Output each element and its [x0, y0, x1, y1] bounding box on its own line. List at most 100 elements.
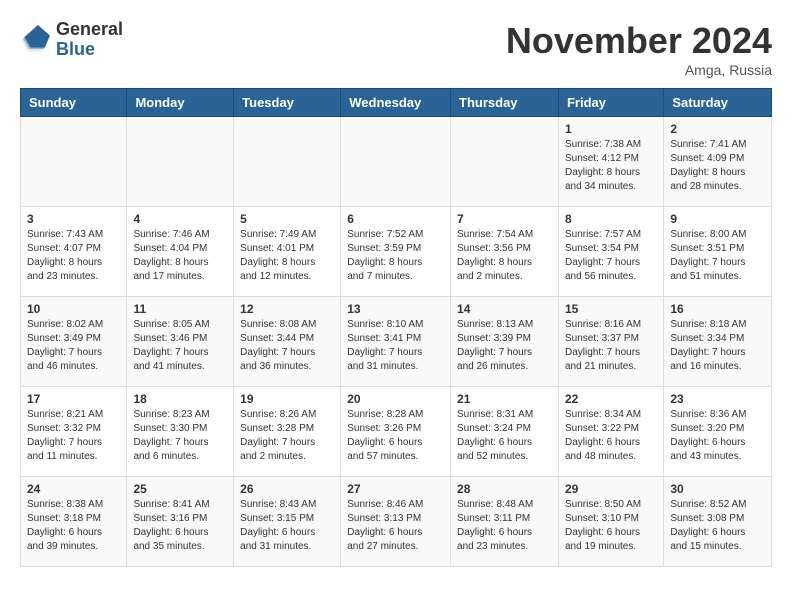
day-info: Sunrise: 8:41 AM Sunset: 3:16 PM Dayligh…: [133, 498, 227, 554]
day-info: Sunrise: 8:26 AM Sunset: 3:28 PM Dayligh…: [240, 408, 334, 464]
calendar-cell: 6 Sunrise: 7:52 AM Sunset: 3:59 PM Daylig…: [341, 207, 451, 297]
calendar-cell: [127, 117, 234, 207]
calendar-cell: 8 Sunrise: 7:57 AM Sunset: 3:54 PM Daylig…: [558, 207, 663, 297]
weekday-header: Friday: [558, 89, 663, 117]
calendar-cell: 22Sunrise: 8:34 AM Sunset: 3:22 PM Dayli…: [558, 387, 663, 477]
day-info: Sunrise: 8:05 AM Sunset: 3:46 PM Dayligh…: [133, 318, 227, 374]
logo-text: General Blue: [56, 20, 123, 60]
day-info: Sunrise: 7:38 AM Sunset: 4:12 PM Dayligh…: [565, 138, 657, 194]
day-info: Sunrise: 8:10 AM Sunset: 3:41 PM Dayligh…: [347, 318, 444, 374]
day-number: 10: [27, 302, 120, 316]
calendar-cell: 21 Sunrise: 8:31 AM Sunset: 3:24 PM Dayli…: [451, 387, 559, 477]
day-number: 11: [133, 302, 227, 316]
logo-blue-text: Blue: [56, 40, 123, 60]
day-number: 4: [133, 212, 227, 226]
day-info: Sunrise: 8:48 AM Sunset: 3:11 PM Dayligh…: [457, 498, 552, 554]
day-info: Sunrise: 7:52 AM Sunset: 3:59 PM Dayligh…: [347, 228, 444, 284]
day-info: Sunrise: 8:43 AM Sunset: 3:15 PM Dayligh…: [240, 498, 334, 554]
page-header: General Blue November 2024 Amga, Russia: [20, 20, 772, 78]
day-number: 16: [670, 302, 765, 316]
day-number: 15: [565, 302, 657, 316]
day-number: 3: [27, 212, 120, 226]
calendar-cell: 30Sunrise: 8:52 AM Sunset: 3:08 PM Dayli…: [664, 477, 772, 567]
day-number: 8: [565, 212, 657, 226]
day-number: 24: [27, 482, 120, 496]
day-info: Sunrise: 8:50 AM Sunset: 3:10 PM Dayligh…: [565, 498, 657, 554]
calendar-cell: 9Sunrise: 8:00 AM Sunset: 3:51 PM Daylig…: [664, 207, 772, 297]
weekday-header: Wednesday: [341, 89, 451, 117]
weekday-header: Monday: [127, 89, 234, 117]
weekday-header: Thursday: [451, 89, 559, 117]
day-info: Sunrise: 8:18 AM Sunset: 3:34 PM Dayligh…: [670, 318, 765, 374]
day-info: Sunrise: 8:02 AM Sunset: 3:49 PM Dayligh…: [27, 318, 120, 374]
day-number: 2: [670, 122, 765, 136]
day-info: Sunrise: 8:28 AM Sunset: 3:26 PM Dayligh…: [347, 408, 444, 464]
calendar-table: SundayMondayTuesdayWednesdayThursdayFrid…: [20, 88, 772, 567]
day-info: Sunrise: 8:13 AM Sunset: 3:39 PM Dayligh…: [457, 318, 552, 374]
day-number: 13: [347, 302, 444, 316]
calendar-cell: 17Sunrise: 8:21 AM Sunset: 3:32 PM Dayli…: [21, 387, 127, 477]
calendar-cell: 11 Sunrise: 8:05 AM Sunset: 3:46 PM Dayli…: [127, 297, 234, 387]
calendar-week-row: 1 Sunrise: 7:38 AM Sunset: 4:12 PM Daylig…: [21, 117, 772, 207]
day-info: Sunrise: 7:54 AM Sunset: 3:56 PM Dayligh…: [457, 228, 552, 284]
day-info: Sunrise: 8:46 AM Sunset: 3:13 PM Dayligh…: [347, 498, 444, 554]
calendar-cell: 12 Sunrise: 8:08 AM Sunset: 3:44 PM Dayli…: [234, 297, 341, 387]
title-area: November 2024 Amga, Russia: [506, 20, 772, 78]
day-number: 23: [670, 392, 765, 406]
day-number: 21: [457, 392, 552, 406]
day-number: 26: [240, 482, 334, 496]
calendar-cell: 20 Sunrise: 8:28 AM Sunset: 3:26 PM Dayli…: [341, 387, 451, 477]
logo: General Blue: [20, 20, 123, 60]
day-number: 19: [240, 392, 334, 406]
calendar-cell: 13 Sunrise: 8:10 AM Sunset: 3:41 PM Dayli…: [341, 297, 451, 387]
calendar-cell: 25Sunrise: 8:41 AM Sunset: 3:16 PM Dayli…: [127, 477, 234, 567]
day-number: 29: [565, 482, 657, 496]
day-number: 28: [457, 482, 552, 496]
calendar-cell: 23Sunrise: 8:36 AM Sunset: 3:20 PM Dayli…: [664, 387, 772, 477]
calendar-cell: 28 Sunrise: 8:48 AM Sunset: 3:11 PM Dayli…: [451, 477, 559, 567]
calendar-cell: 24 Sunrise: 8:38 AM Sunset: 3:18 PM Dayli…: [21, 477, 127, 567]
calendar-week-row: 17Sunrise: 8:21 AM Sunset: 3:32 PM Dayli…: [21, 387, 772, 477]
day-info: Sunrise: 7:57 AM Sunset: 3:54 PM Dayligh…: [565, 228, 657, 284]
calendar-cell: 29 Sunrise: 8:50 AM Sunset: 3:10 PM Dayli…: [558, 477, 663, 567]
calendar-week-row: 10 Sunrise: 8:02 AM Sunset: 3:49 PM Dayli…: [21, 297, 772, 387]
header-row: SundayMondayTuesdayWednesdayThursdayFrid…: [21, 89, 772, 117]
day-info: Sunrise: 8:08 AM Sunset: 3:44 PM Dayligh…: [240, 318, 334, 374]
logo-general-text: General: [56, 20, 123, 40]
day-info: Sunrise: 7:41 AM Sunset: 4:09 PM Dayligh…: [670, 138, 765, 194]
calendar-cell: [341, 117, 451, 207]
day-number: 14: [457, 302, 552, 316]
logo-icon: [20, 25, 50, 55]
weekday-header: Saturday: [664, 89, 772, 117]
calendar-cell: 18 Sunrise: 8:23 AM Sunset: 3:30 PM Dayli…: [127, 387, 234, 477]
day-info: Sunrise: 8:16 AM Sunset: 3:37 PM Dayligh…: [565, 318, 657, 374]
calendar-cell: 2 Sunrise: 7:41 AM Sunset: 4:09 PM Daylig…: [664, 117, 772, 207]
calendar-cell: 10 Sunrise: 8:02 AM Sunset: 3:49 PM Dayli…: [21, 297, 127, 387]
month-title: November 2024: [506, 20, 772, 62]
day-info: Sunrise: 8:23 AM Sunset: 3:30 PM Dayligh…: [133, 408, 227, 464]
calendar-cell: 26 Sunrise: 8:43 AM Sunset: 3:15 PM Dayli…: [234, 477, 341, 567]
day-number: 30: [670, 482, 765, 496]
calendar-cell: 7 Sunrise: 7:54 AM Sunset: 3:56 PM Daylig…: [451, 207, 559, 297]
calendar-cell: 27 Sunrise: 8:46 AM Sunset: 3:13 PM Dayli…: [341, 477, 451, 567]
weekday-header: Sunday: [21, 89, 127, 117]
day-number: 18: [133, 392, 227, 406]
calendar-cell: 3Sunrise: 7:43 AM Sunset: 4:07 PM Daylig…: [21, 207, 127, 297]
day-info: Sunrise: 8:38 AM Sunset: 3:18 PM Dayligh…: [27, 498, 120, 554]
calendar-cell: 14 Sunrise: 8:13 AM Sunset: 3:39 PM Dayli…: [451, 297, 559, 387]
calendar-cell: 5Sunrise: 7:49 AM Sunset: 4:01 PM Daylig…: [234, 207, 341, 297]
day-info: Sunrise: 7:46 AM Sunset: 4:04 PM Dayligh…: [133, 228, 227, 284]
day-info: Sunrise: 8:31 AM Sunset: 3:24 PM Dayligh…: [457, 408, 552, 464]
day-number: 7: [457, 212, 552, 226]
day-number: 20: [347, 392, 444, 406]
day-number: 6: [347, 212, 444, 226]
day-number: 27: [347, 482, 444, 496]
day-number: 12: [240, 302, 334, 316]
calendar-cell: 19 Sunrise: 8:26 AM Sunset: 3:28 PM Dayli…: [234, 387, 341, 477]
calendar-cell: 15 Sunrise: 8:16 AM Sunset: 3:37 PM Dayli…: [558, 297, 663, 387]
calendar-cell: 1 Sunrise: 7:38 AM Sunset: 4:12 PM Daylig…: [558, 117, 663, 207]
calendar-week-row: 24 Sunrise: 8:38 AM Sunset: 3:18 PM Dayli…: [21, 477, 772, 567]
calendar-cell: [234, 117, 341, 207]
day-number: 1: [565, 122, 657, 136]
calendar-cell: 4 Sunrise: 7:46 AM Sunset: 4:04 PM Daylig…: [127, 207, 234, 297]
